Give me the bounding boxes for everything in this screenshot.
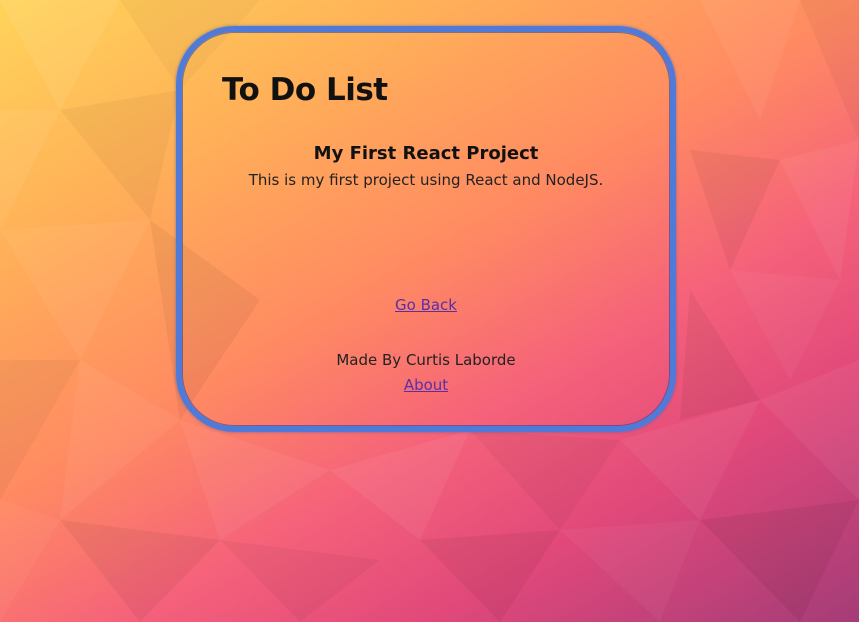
project-description: This is my first project using React and…: [248, 171, 604, 189]
go-back-link[interactable]: Go Back: [395, 296, 457, 314]
page-title: To Do List: [222, 72, 388, 108]
project-title: My First React Project: [313, 143, 539, 164]
made-by-text: Made By Curtis Laborde: [336, 351, 516, 369]
about-link[interactable]: About: [404, 376, 448, 394]
about-container: About: [182, 376, 670, 394]
todo-card: To Do List My First React Project This i…: [176, 26, 676, 432]
go-back-container: Go Back: [182, 296, 670, 314]
